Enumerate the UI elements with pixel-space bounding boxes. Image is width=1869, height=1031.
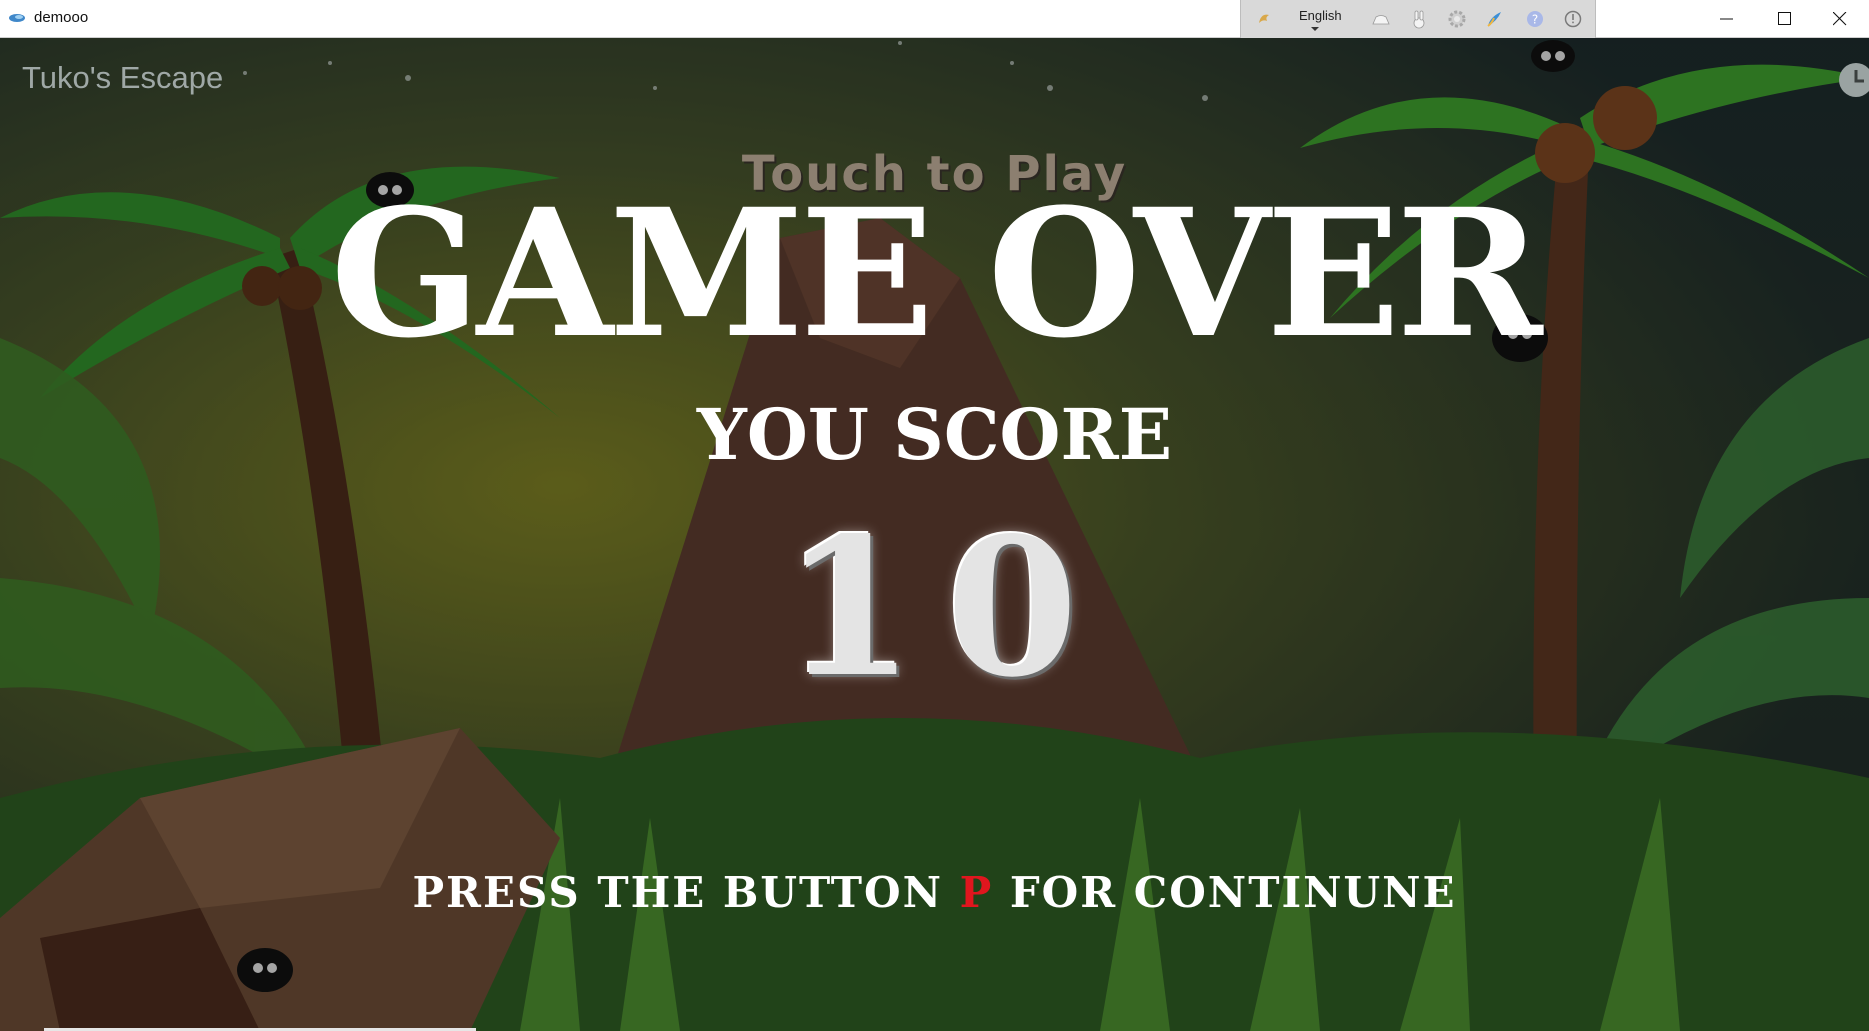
- help-icon[interactable]: ?: [1525, 9, 1545, 29]
- svg-text:?: ?: [1532, 13, 1538, 27]
- continue-prefix: PRESS THE BUTTON: [412, 868, 960, 917]
- clock-icon[interactable]: [1836, 60, 1869, 100]
- ime-language-label[interactable]: English: [1299, 8, 1342, 23]
- ime-toolbar: English ?: [1240, 0, 1596, 38]
- paint-icon[interactable]: [1485, 9, 1505, 29]
- window-title: demooo: [34, 9, 89, 26]
- maximize-button[interactable]: [1756, 0, 1814, 38]
- bunny-icon[interactable]: [1409, 9, 1429, 29]
- continue-suffix: FOR CONTINUNE: [993, 868, 1457, 917]
- score-label: YOU SCORE: [696, 393, 1173, 476]
- gear-icon[interactable]: [1447, 9, 1467, 29]
- ime-logo-icon[interactable]: [1255, 9, 1275, 29]
- chevron-down-icon[interactable]: [1311, 27, 1319, 31]
- app-icon: [9, 14, 25, 22]
- minimize-icon: [1720, 18, 1733, 20]
- game-canvas[interactable]: Tuko's Escape Touch to Play GAME OVER YO…: [0, 38, 1869, 1031]
- game-over-heading: GAME OVER: [330, 170, 1542, 377]
- continue-key: P: [959, 868, 994, 917]
- info-icon[interactable]: [1563, 9, 1583, 29]
- continue-instruction: PRESS THE BUTTON P FOR CONTINUNE: [0, 868, 1869, 917]
- maximize-icon: [1778, 12, 1791, 25]
- close-icon: [1833, 12, 1847, 26]
- score-digit-ones: 0: [946, 496, 1079, 719]
- score-digit-tens: 1: [783, 496, 916, 719]
- minimize-button[interactable]: [1698, 0, 1756, 38]
- hat-icon[interactable]: [1371, 9, 1391, 29]
- close-button[interactable]: [1811, 0, 1869, 38]
- game-name: Tuko's Escape: [22, 60, 224, 95]
- window-titlebar: demooo English ?: [0, 0, 1869, 38]
